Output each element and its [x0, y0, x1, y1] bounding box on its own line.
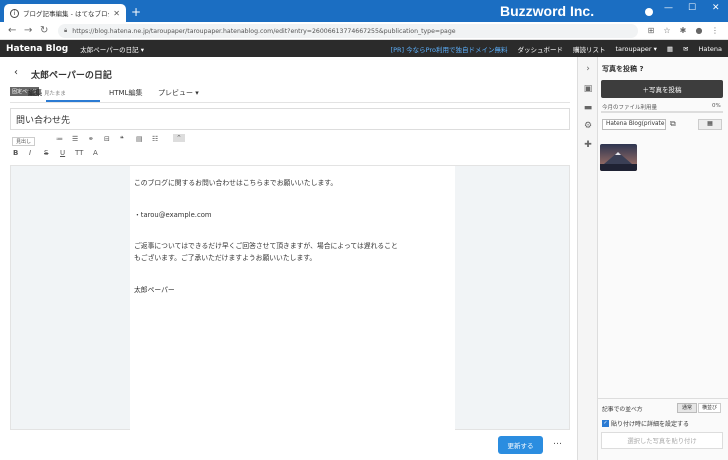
photo-panel — [597, 57, 728, 460]
mountain-photo — [600, 144, 637, 171]
title-input[interactable]: 問い合わせ先 — [10, 108, 570, 130]
hatena-link[interactable]: Hatena — [698, 45, 722, 53]
tab-divider — [10, 102, 570, 103]
paragraph-icon[interactable]: ☷ — [152, 135, 158, 143]
url-field[interactable]: 🔒︎ https://blog.hatena.ne.jp/taroupaper/… — [58, 24, 638, 38]
side-icon-bar — [577, 57, 597, 460]
link-icon[interactable]: ⚭ — [88, 135, 94, 143]
grid-view-icon[interactable]: ▦ — [698, 119, 722, 130]
bold-icon[interactable]: B — [13, 149, 18, 157]
collapse-panel-icon[interactable]: › — [582, 64, 594, 76]
format-toolbar: 見出し ≔ ☰ ⚭ ⊟ ❝ ▤ ☷ ⌃ B I S U TT A — [10, 133, 570, 161]
editor-body[interactable] — [130, 166, 455, 430]
hatena-top-nav: Hatena Blog 太郎ペーパーの日記 ▾ [PR] 今ならPro利用で独自… — [0, 40, 728, 57]
update-button[interactable]: 更新する — [498, 436, 543, 454]
reading-list-link[interactable]: 購読リスト — [573, 44, 606, 54]
minimize-button[interactable]: — — [664, 3, 673, 13]
lock-icon: 🔒︎ — [64, 27, 68, 34]
usage-bar — [601, 111, 723, 113]
brand-watermark: Buzzword Inc. — [500, 3, 595, 19]
photo-icon[interactable]: ▣ — [582, 84, 594, 96]
tab-close-icon[interactable]: ✕ — [113, 9, 120, 18]
photo-panel-title: 写真を投稿 ? — [602, 64, 644, 74]
extensions-icon[interactable]: ✱ — [678, 26, 688, 36]
photo-panel-title-text: 写真を投稿 — [602, 65, 637, 73]
translate-icon[interactable]: ⊞ — [646, 26, 656, 36]
external-link-icon[interactable]: ⧉ — [670, 119, 676, 129]
bullet-list-icon[interactable]: ≔ — [56, 135, 63, 143]
hatena-blog-logo[interactable]: Hatena Blog — [6, 44, 68, 54]
sort-side-button[interactable]: 横並び — [698, 403, 721, 413]
forward-arrow-icon[interactable]: → — [24, 25, 32, 36]
close-window-button[interactable]: ✕ — [712, 3, 720, 13]
paste-photo-button[interactable]: 選択した写真を貼り付け — [601, 432, 723, 449]
tab-edit[interactable]: 編集 見たまま — [28, 88, 66, 98]
heading-select[interactable]: 見出し — [12, 137, 36, 146]
browser-tab[interactable]: i ブログ記事編集 - はてなブログ ✕ — [4, 4, 126, 22]
user-menu[interactable]: taroupaper ▾ — [615, 45, 656, 53]
usage-percent: 0% — [712, 103, 721, 109]
url-text: https://blog.hatena.ne.jp/taroupaper/tar… — [72, 27, 456, 35]
italic-icon[interactable]: I — [29, 149, 31, 157]
checkmark-icon[interactable]: ✓ — [602, 420, 609, 427]
blog-name-dropdown[interactable]: 太郎ペーパーの日記 ▾ — [80, 44, 144, 54]
upload-photo-button[interactable]: ＋写真を投稿 — [601, 80, 723, 98]
read-more-icon[interactable]: ⊟ — [104, 135, 110, 143]
quote-icon[interactable]: ❝ — [120, 135, 124, 143]
gear-icon[interactable]: ⚙ — [582, 121, 594, 133]
tab-preview[interactable]: プレビュー ▾ — [158, 88, 199, 98]
text-size-icon[interactable]: TT — [75, 149, 83, 157]
dashboard-link[interactable]: ダッシュボード — [517, 44, 563, 54]
body-line-5: 太郎ペーパー — [134, 286, 175, 294]
strikethrough-icon[interactable]: S — [44, 149, 48, 157]
tab-edit-label: 編集 — [28, 89, 42, 97]
notifications-icon[interactable]: ✉ — [683, 45, 688, 53]
album-select[interactable]: Hatena Blog(private) ▾ — [602, 119, 666, 130]
plus-icon[interactable]: ✚ — [582, 140, 594, 152]
help-icon[interactable]: ? — [639, 65, 643, 73]
collapse-toolbar-icon[interactable]: ⌃ — [173, 134, 185, 142]
numbered-list-icon[interactable]: ☰ — [72, 135, 78, 143]
detail-settings-checkbox[interactable]: ✓ 貼り付け時に詳細を設定する — [602, 419, 689, 428]
maximize-button[interactable]: ☐ — [688, 3, 696, 13]
profile-dot-icon — [645, 8, 653, 16]
body-line-3: ご返事についてはできるだけ早くご回答させて頂きますが、場合によっては遅れること — [134, 242, 398, 250]
table-icon[interactable]: ▤ — [136, 135, 143, 143]
back-chevron-icon[interactable]: ‹ — [14, 67, 18, 78]
apps-grid-icon[interactable]: ▦ — [667, 45, 673, 53]
body-line-1: このブログに関するお問い合わせはこちらまでお願いいたします。 — [134, 179, 338, 187]
menu-kebab-icon[interactable]: ⋮ — [710, 26, 720, 36]
more-options-button[interactable]: … — [553, 437, 562, 447]
text-color-icon[interactable]: A — [93, 149, 98, 157]
panel-divider — [598, 398, 728, 399]
reload-icon[interactable]: ↻ — [40, 25, 48, 36]
sort-normal-button[interactable]: 通常 — [677, 403, 697, 413]
blog-title: 太郎ペーパーの日記 — [31, 71, 112, 81]
hatena-favicon-icon: i — [10, 8, 19, 18]
photo-thumbnail[interactable] — [600, 144, 637, 171]
tab-edit-sub: 見たまま — [44, 91, 66, 97]
body-line-2: ・tarou@example.com — [134, 211, 212, 219]
browser-tab-title: ブログ記事編集 - はてなブログ — [23, 10, 110, 18]
body-line-4: もございます。ご了承いただけますようお願いいたします。 — [134, 254, 317, 262]
new-tab-button[interactable]: + — [131, 5, 141, 19]
account-icon[interactable]: ● — [694, 26, 704, 36]
usage-label: 今月のファイル利用量 — [602, 105, 658, 111]
star-icon[interactable]: ☆ — [662, 26, 672, 36]
back-arrow-icon[interactable]: ← — [8, 25, 16, 36]
underline-icon[interactable]: U — [60, 149, 65, 157]
folder-icon[interactable]: ▬ — [582, 103, 594, 115]
tab-html-edit[interactable]: HTML編集 — [109, 88, 142, 98]
checkbox-label: 貼り付け時に詳細を設定する — [611, 421, 690, 428]
sort-label: 記事での並べ方 — [602, 407, 643, 413]
pro-promo-link[interactable]: [PR] 今ならPro利用で独自ドメイン無料 — [391, 44, 508, 54]
